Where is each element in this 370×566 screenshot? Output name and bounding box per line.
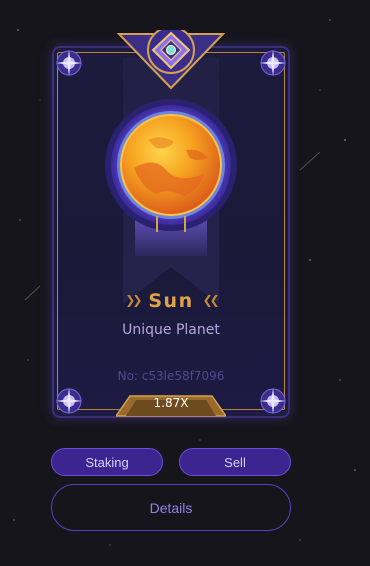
token-id: No: c53le58f7096	[117, 369, 225, 383]
card-name-text: Sun	[148, 290, 194, 312]
star-orb-icon	[260, 50, 286, 76]
card-name: ❯❯ Sun ❮❮	[52, 290, 290, 312]
multiplier-value: 1.87X	[153, 396, 189, 410]
diamond-gem-emblem-icon	[116, 30, 226, 90]
multiplier-badge: 1.87X	[116, 390, 226, 418]
star-orb-icon	[56, 50, 82, 76]
double-chevron-left-icon: ❮❮	[202, 293, 220, 307]
nft-card[interactable]: ❯❯ Sun ❮❮ Unique Planet No: c53le58f7096 1…	[52, 30, 290, 418]
star-orb-icon	[56, 388, 82, 414]
star-orb-icon	[260, 388, 286, 414]
double-chevron-right-icon: ❯❯	[125, 293, 142, 307]
staking-button[interactable]: Staking	[51, 448, 163, 476]
card-rarity: Unique Planet	[122, 322, 220, 338]
details-button[interactable]: Details	[51, 484, 291, 531]
sell-button[interactable]: Sell	[179, 448, 291, 476]
planet-image	[105, 99, 237, 232]
